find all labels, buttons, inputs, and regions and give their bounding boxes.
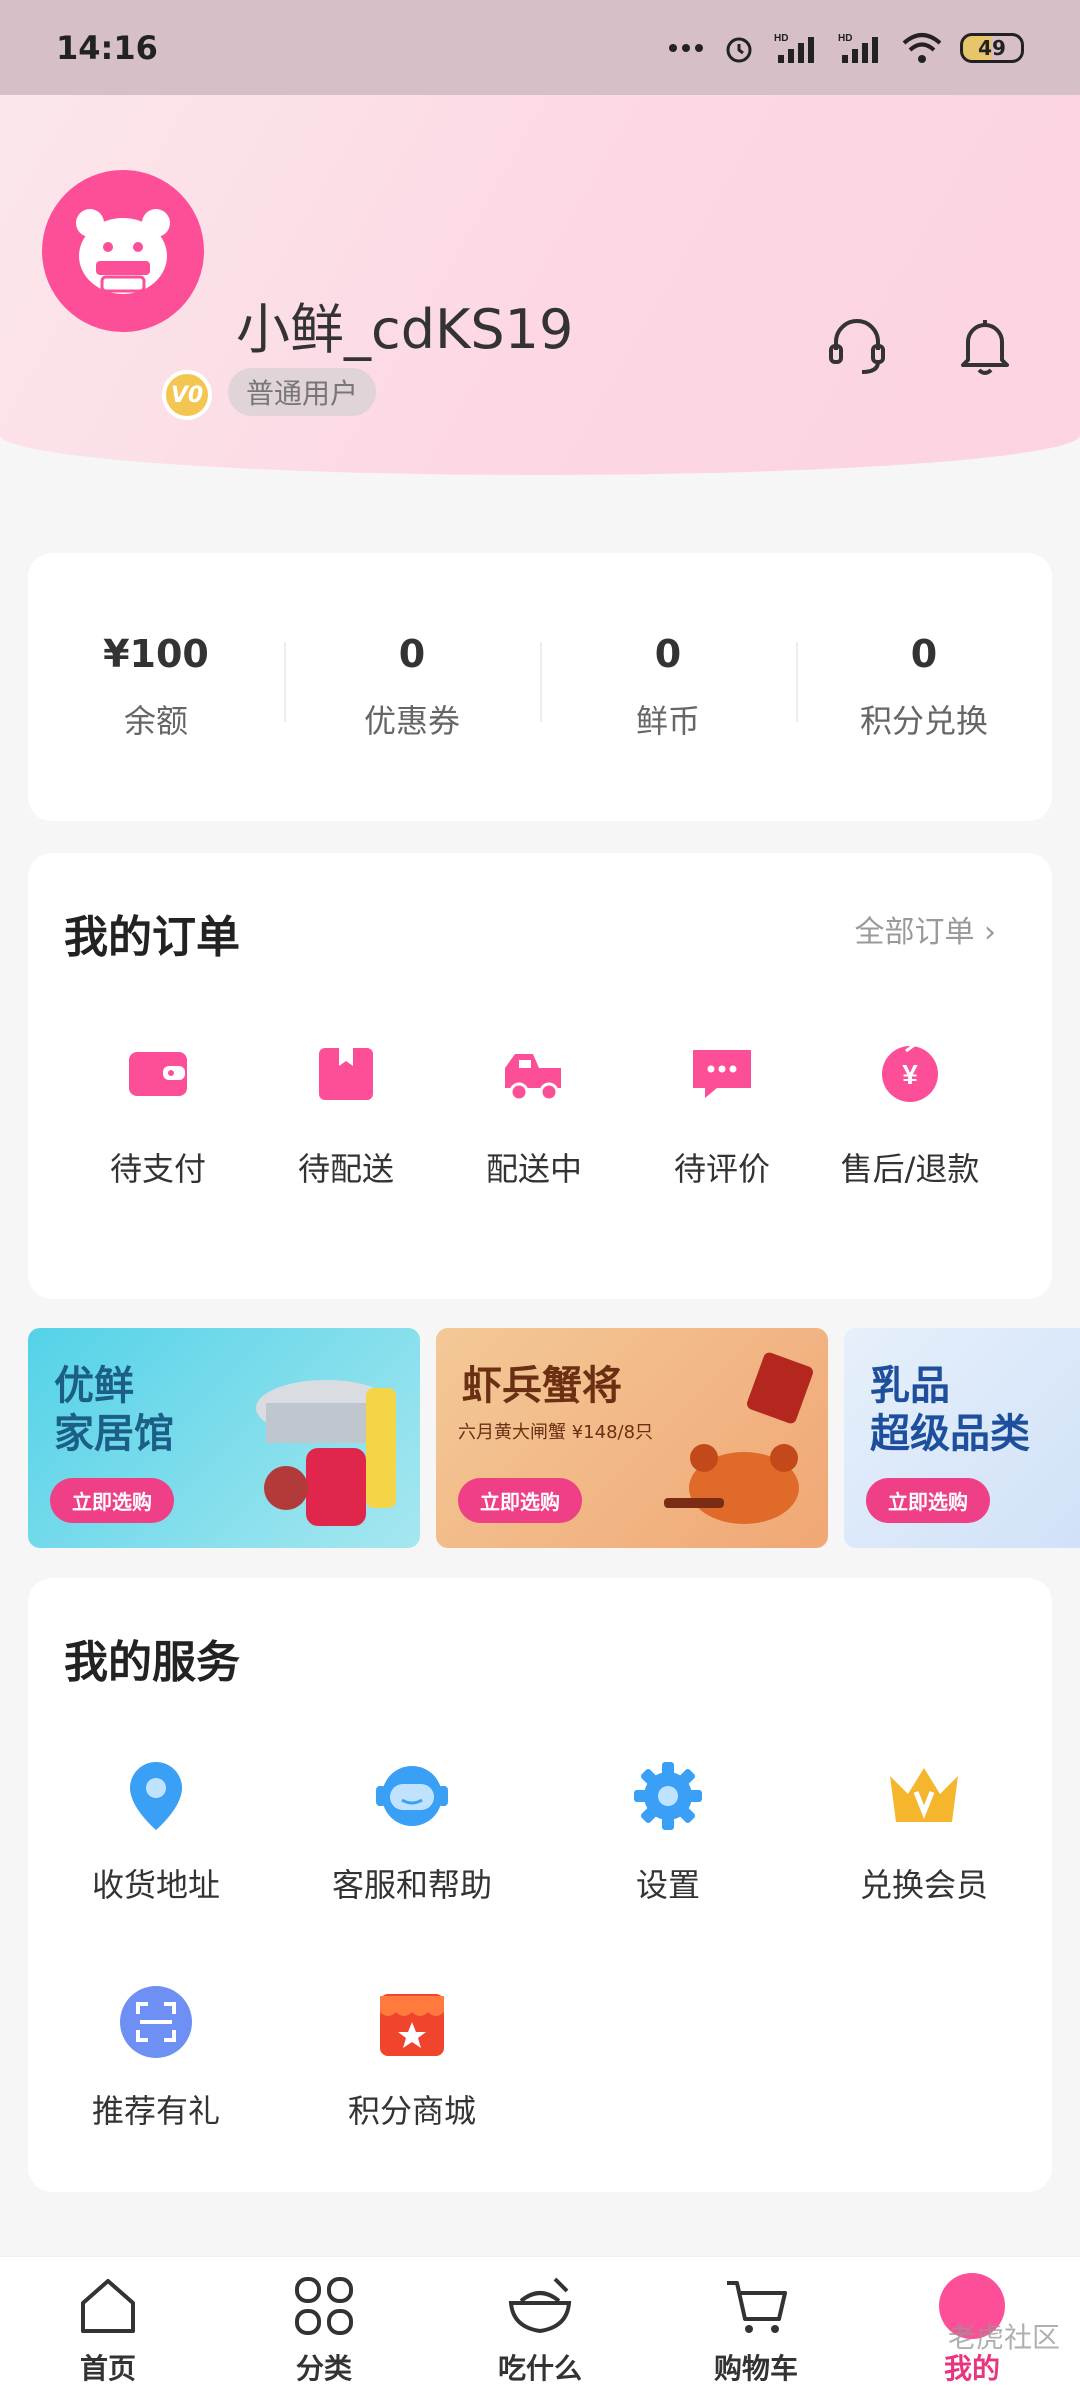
banner-title: 虾兵蟹将 (462, 1363, 622, 1409)
service-membership[interactable]: 兑换会员 (796, 1756, 1052, 1906)
stat-value: 0 (654, 632, 682, 676)
wallet-icon (129, 1052, 187, 1096)
tab-label: 首页 (79, 2352, 136, 2385)
banner-crab[interactable]: 虾兵蟹将 六月黄大闸蟹 ¥148/8只 立即选购 (436, 1328, 828, 1548)
stat-label: 优惠券 (363, 702, 460, 740)
service-label: 推荐有礼 (91, 2092, 220, 2130)
banner-buy-button[interactable]: 立即选购 (50, 1478, 174, 1523)
order-label: 售后/退款 (840, 1150, 980, 1188)
services-title: 我的服务 (64, 1637, 240, 1688)
status-time: 14:16 (56, 28, 158, 67)
location-pin-icon (130, 1762, 182, 1830)
customer-service-icon (376, 1766, 448, 1826)
services-grid: 收货地址 客服和帮助 设置 兑换会员 推荐有礼 积分商城 (28, 1756, 1052, 2132)
stat-value: 0 (398, 632, 426, 676)
svg-text:HD: HD (838, 33, 852, 44)
stat-value: ¥100 (103, 632, 209, 676)
food-bowl-icon (508, 2277, 572, 2334)
order-delivering[interactable]: 配送中 (440, 1038, 628, 1190)
order-pending-review[interactable]: 待评价 (628, 1038, 816, 1190)
order-label: 待支付 (109, 1150, 206, 1188)
account-stats-card: ¥100 余额 0 优惠券 0 鲜币 0 积分兑换 (28, 553, 1052, 821)
banner-dairy[interactable]: 乳品 超级品类 立即选购 (844, 1328, 1080, 1548)
tab-cart[interactable]: 购物车 (648, 2257, 864, 2400)
signal-hd-icon: HD (774, 31, 820, 65)
refund-icon: ¥ (882, 1040, 938, 1102)
tab-label: 购物车 (713, 2352, 798, 2385)
banner-buy-button[interactable]: 立即选购 (866, 1478, 990, 1523)
tab-home[interactable]: 首页 (0, 2257, 216, 2400)
coins-stat[interactable]: 0 鲜币 (540, 632, 796, 742)
delivery-truck-icon (505, 1054, 561, 1102)
banner-home-goods[interactable]: 优鲜 家居馆 立即选购 (28, 1328, 420, 1548)
more-dots-icon (668, 31, 704, 65)
home-goods-illustration (256, 1380, 396, 1526)
service-address[interactable]: 收货地址 (28, 1756, 284, 1906)
headset-icon[interactable] (822, 310, 892, 380)
my-services-card: 我的服务 收货地址 客服和帮助 设置 兑换会员 推荐有礼 积分商城 (28, 1578, 1052, 2192)
alarm-icon (722, 31, 756, 65)
tab-label: 分类 (295, 2352, 352, 2385)
promo-banner-carousel: 优鲜 家居馆 立即选购 虾兵蟹将 六月黄大闸蟹 ¥148/8只 立即选购 乳品 … (28, 1328, 1080, 1548)
order-refund[interactable]: ¥ 售后/退款 (816, 1038, 1004, 1190)
banner-buy-button[interactable]: 立即选购 (458, 1478, 582, 1523)
status-icons: HD HD 49 (668, 31, 1024, 65)
service-label: 兑换会员 (859, 1866, 988, 1904)
signal-hd-icon: HD (838, 31, 884, 65)
orders-title: 我的订单 (64, 912, 240, 963)
avatar[interactable] (42, 170, 204, 332)
service-points-mall[interactable]: 积分商城 (284, 1982, 540, 2132)
order-label: 待评价 (673, 1150, 770, 1188)
battery-icon: 49 (960, 32, 1024, 63)
order-status-list: 待支付 待配送 配送中 待评价 ¥ 售后/退款 (28, 1038, 1052, 1190)
order-pending-delivery[interactable]: 待配送 (252, 1038, 440, 1190)
settings-gear-icon (634, 1762, 702, 1830)
status-bar: 14:16 HD HD 49 (0, 0, 1080, 95)
wifi-icon (902, 31, 942, 65)
service-label: 客服和帮助 (331, 1866, 492, 1904)
bear-mascot-icon (76, 209, 170, 294)
banner-subtitle: 六月黄大闸蟹 ¥148/8只 (458, 1422, 654, 1443)
crab-illustration (664, 1352, 814, 1524)
my-orders-card: 我的订单 全部订单 › 待支付 待配送 配送中 待评价 ¥ 售后/退款 (28, 853, 1052, 1299)
service-settings[interactable]: 设置 (540, 1756, 796, 1906)
points-stat[interactable]: 0 积分兑换 (796, 632, 1052, 742)
package-icon (319, 1048, 373, 1100)
bottom-tab-bar: 首页 分类 吃什么 购物车 我的 (0, 2256, 1080, 2400)
category-grid-icon (295, 2277, 353, 2335)
tab-label: 吃什么 (497, 2352, 582, 2385)
username: 小鲜_cdKS19 (236, 298, 574, 361)
watermark: 老虎社区 (947, 2321, 1060, 2354)
all-orders-link[interactable]: 全部订单 › (854, 907, 996, 951)
home-icon (81, 2279, 135, 2333)
notification-bell-icon[interactable] (950, 310, 1020, 380)
order-label: 待配送 (297, 1150, 394, 1188)
banner-title: 乳品 超级品类 (870, 1363, 1030, 1457)
order-label: 配送中 (485, 1150, 582, 1188)
stat-label: 鲜币 (635, 702, 700, 740)
service-referral[interactable]: 推荐有礼 (28, 1982, 284, 2132)
order-pending-payment[interactable]: 待支付 (64, 1038, 252, 1190)
service-label: 积分商城 (347, 2092, 476, 2130)
service-label: 设置 (635, 1866, 700, 1904)
tab-what-to-eat[interactable]: 吃什么 (432, 2257, 648, 2400)
level-badge: V0 (162, 370, 212, 420)
user-level-tag: 普通用户 (228, 368, 377, 416)
stat-value: 0 (910, 632, 938, 676)
svg-text:¥: ¥ (902, 1059, 918, 1090)
store-icon (380, 1994, 444, 2056)
stat-label: 积分兑换 (859, 702, 988, 740)
banner-title: 优鲜 家居馆 (54, 1363, 174, 1457)
balance-stat[interactable]: ¥100 余额 (28, 632, 284, 742)
service-support[interactable]: 客服和帮助 (284, 1756, 540, 1906)
tab-category[interactable]: 分类 (216, 2257, 432, 2400)
coupon-stat[interactable]: 0 优惠券 (284, 632, 540, 742)
crown-icon (890, 1768, 958, 1822)
stat-label: 余额 (123, 702, 188, 740)
service-label: 收货地址 (91, 1866, 220, 1904)
scan-icon (120, 1986, 192, 2058)
cart-icon (727, 2281, 787, 2333)
svg-text:HD: HD (774, 33, 788, 44)
comment-icon (693, 1050, 751, 1098)
